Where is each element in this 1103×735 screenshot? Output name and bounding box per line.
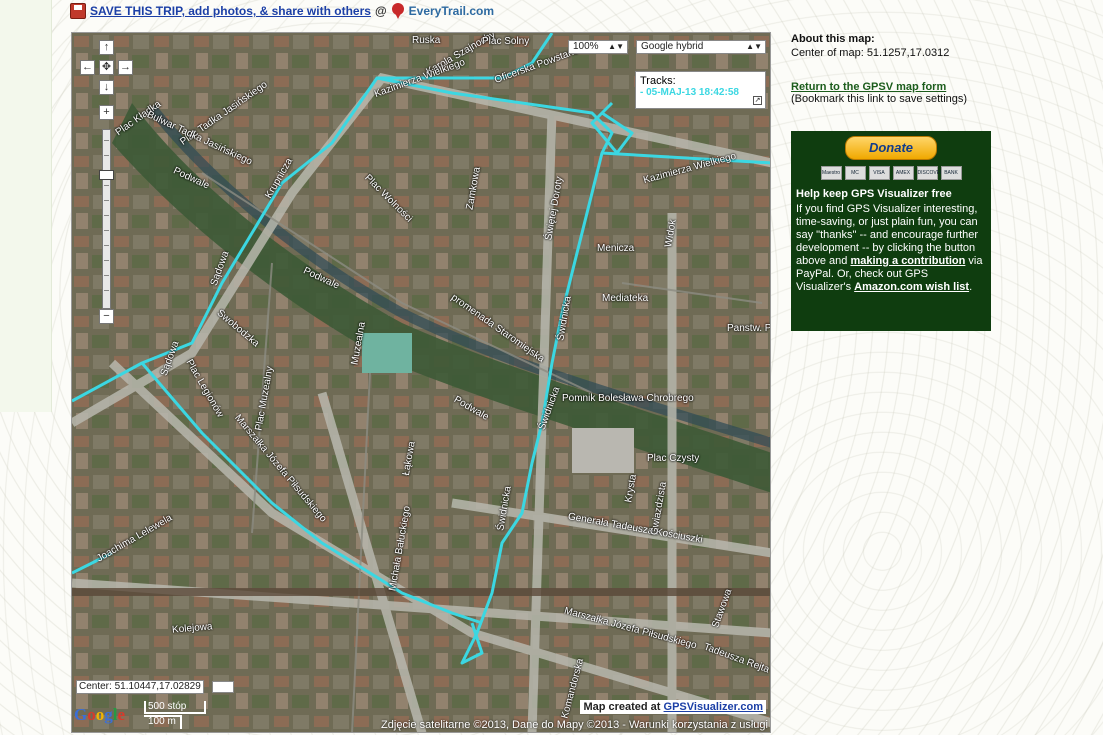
donate-box: Donate Maestro MC VISA AMEX DISCOVER BAN… — [791, 131, 991, 331]
donate-button[interactable]: Donate — [845, 136, 937, 160]
left-sidebar-strip — [0, 0, 52, 412]
street-label: Ruska — [412, 35, 441, 46]
pan-right-button[interactable]: → — [118, 60, 133, 75]
gpsvisualizer-link[interactable]: GPSVisualizer.com — [664, 701, 763, 713]
select-arrow-icon: ▲▼ — [608, 42, 624, 51]
save-disk-icon — [70, 3, 86, 19]
mastercard-icon: MC — [844, 166, 866, 180]
bank-icon: BANK — [940, 166, 962, 180]
opacity-select-value: 100% — [573, 41, 599, 52]
street-label: Menicza — [597, 243, 635, 254]
street-label: Panstw. Poznań Miejska Rat. Gas — [727, 323, 771, 334]
scale-bar: 500 stóp 100 m — [144, 701, 212, 731]
wishlist-link[interactable]: Amazon.com wish list — [854, 281, 969, 293]
return-to-form-link[interactable]: Return to the GPSV map form — [791, 81, 967, 93]
donate-text-3: . — [969, 281, 973, 293]
everytrail-logo[interactable]: EveryTrail.com — [409, 4, 494, 18]
zoom-out-button[interactable]: − — [99, 309, 114, 324]
amex-card-icon: AMEX — [892, 166, 914, 180]
opacity-select[interactable]: 100% ▲▼ — [568, 40, 628, 54]
map-type-select-value: Google hybrid — [641, 41, 704, 52]
street-label: Pomnik Bolesława Chrobrego — [562, 393, 694, 404]
bookmark-note: (Bookmark this link to save settings) — [791, 93, 968, 105]
zoom-slider-track[interactable] — [102, 129, 111, 309]
map-copyright[interactable]: Zdjęcie satelitarne ©2013, Dane do Mapy … — [381, 719, 768, 731]
pan-up-button[interactable]: ↑ — [99, 40, 114, 55]
save-trip-bar: SAVE THIS TRIP, add photos, & share with… — [70, 0, 494, 22]
street-label: Plac Solny — [482, 36, 530, 47]
zoom-in-button[interactable]: + — [99, 105, 114, 120]
everytrail-pin-icon — [391, 3, 405, 19]
contribution-link[interactable]: making a contribution — [850, 255, 965, 267]
street-label: Mediateka — [602, 293, 649, 304]
tracks-panel: Tracks: - 05-MAJ-13 18:42:58 ↗ — [635, 71, 766, 109]
donate-text: If you find GPS Visualizer interesting, … — [796, 203, 986, 294]
google-logo[interactable]: Google — [74, 705, 125, 725]
pan-down-button[interactable]: ↓ — [99, 80, 114, 95]
payment-cards: Maestro MC VISA AMEX DISCOVER BANK — [796, 166, 986, 180]
expand-icon[interactable]: ↗ — [753, 96, 762, 105]
discover-card-icon: DISCOVER — [916, 166, 944, 180]
street-label: Plac Czysty — [647, 453, 700, 464]
center-coordinates-readout: Center: 51.10447,17.02829 — [76, 680, 204, 694]
donate-heading: Help keep GPS Visualizer free — [796, 188, 952, 200]
map-type-select[interactable]: Google hybrid ▲▼ — [636, 40, 766, 54]
about-map-panel: About this map: Center of map: 51.1257,1… — [791, 33, 967, 105]
credit-prefix: Map created at — [583, 701, 661, 713]
visa-card-icon: VISA — [868, 166, 890, 180]
scale-feet-label: 500 stóp — [148, 701, 187, 712]
about-title: About this map: — [791, 33, 875, 45]
track-item[interactable]: - 05-MAJ-13 18:42:58 — [640, 87, 761, 98]
map-credit: Map created at GPSVisualizer.com — [580, 700, 766, 714]
map-viewport[interactable]: Karola Szajnochy Oficerska Powstańców Kazi… — [71, 32, 771, 733]
tracks-title: Tracks: — [640, 75, 676, 87]
pan-center-button[interactable]: ✥ — [99, 60, 114, 75]
scale-meters-label: 100 m — [148, 716, 176, 727]
save-trip-link[interactable]: SAVE THIS TRIP, add photos, & share with… — [90, 4, 371, 18]
map-center-text: Center of map: 51.1257,17.0312 — [791, 47, 950, 59]
at-sign: @ — [374, 4, 387, 18]
pan-left-button[interactable]: ← — [80, 60, 95, 75]
ruler-icon[interactable] — [212, 681, 234, 693]
select-arrow-icon: ▲▼ — [746, 42, 762, 51]
zoom-slider-thumb[interactable] — [99, 170, 114, 180]
maestro-card-icon: Maestro — [820, 166, 842, 180]
